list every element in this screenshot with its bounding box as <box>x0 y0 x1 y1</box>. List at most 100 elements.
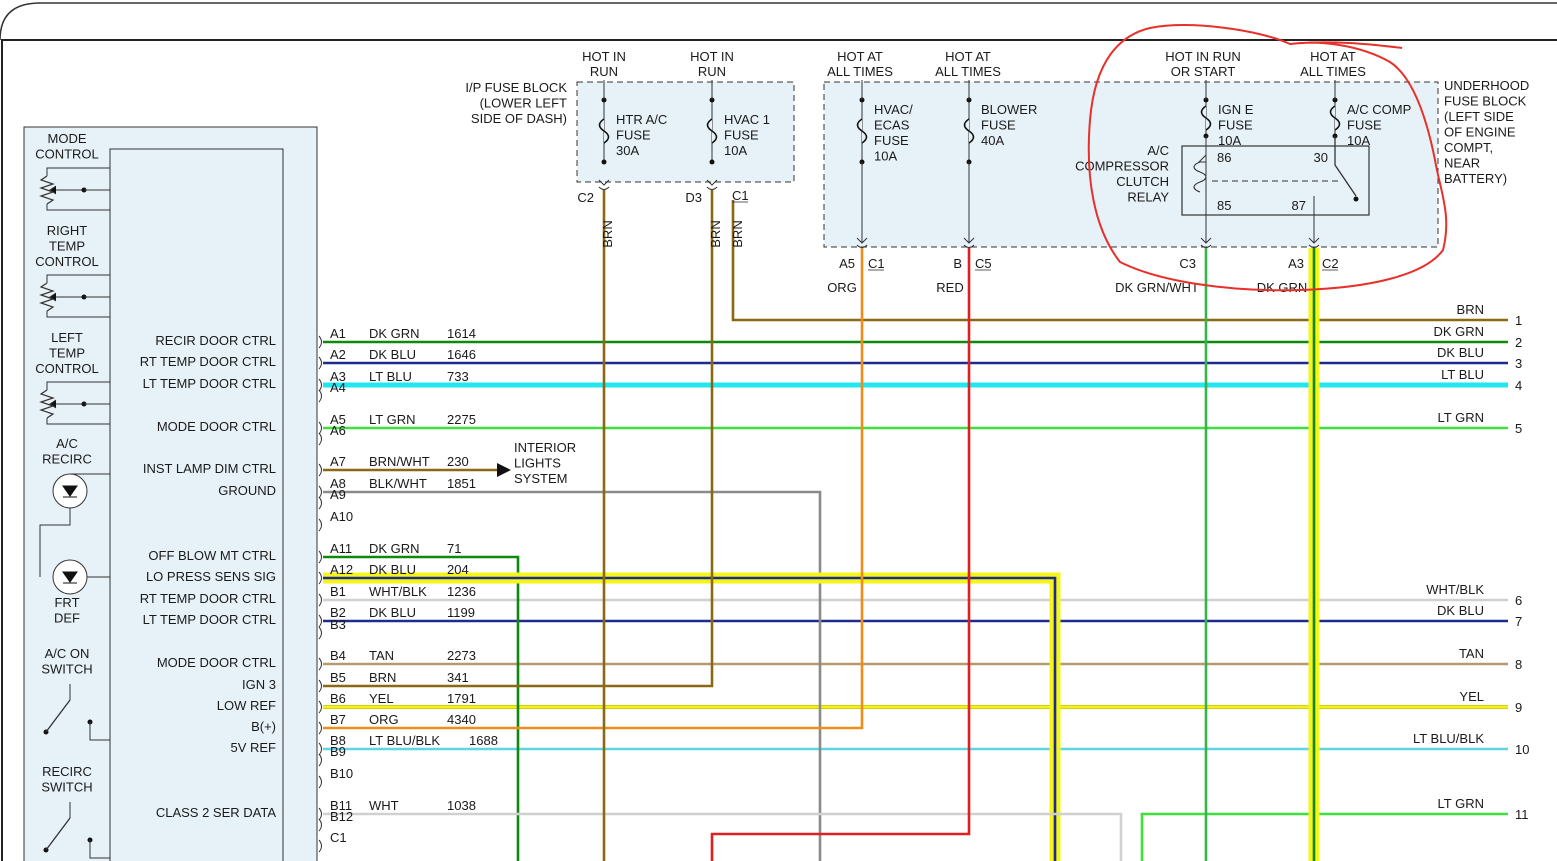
uh-fuse-pin: C3 <box>1179 256 1196 271</box>
right-wire-number: 1 <box>1515 313 1522 328</box>
uh-fuse-hot-label: ALL TIMES <box>935 64 1001 79</box>
uh-fuse-hot-label: ALL TIMES <box>827 64 893 79</box>
uh-fuse-hot-label: OR START <box>1171 64 1236 79</box>
uh-fuse-hot-label: ALL TIMES <box>1300 64 1366 79</box>
right-wire-number: 4 <box>1515 378 1522 393</box>
connector-a8 <box>318 485 322 499</box>
pin-id-b5: B5 <box>330 670 346 685</box>
wire-color-b4: TAN <box>369 648 394 663</box>
right-wire-label: DK GRN <box>1433 324 1484 339</box>
relay-name: RELAY <box>1127 190 1169 205</box>
ip-wire-label: BRN <box>600 220 615 247</box>
pin-id-a2: A2 <box>330 347 346 362</box>
window-frame <box>0 2 1557 41</box>
right-wire-label: YEL <box>1459 689 1484 704</box>
pin-id-b9: B9 <box>330 744 346 759</box>
connector-b2 <box>318 614 322 628</box>
ip-fuse-block-box <box>576 81 795 183</box>
pin-id-a1: A1 <box>330 326 346 341</box>
uh-fuse-hot-label: HOT AT <box>1310 49 1356 64</box>
right-wire-number: 5 <box>1515 421 1522 436</box>
uh-fuse-pin: B <box>953 256 962 271</box>
right-wire-label: LT BLU/BLK <box>1413 731 1484 746</box>
hvac1-fuse-dot-bottom <box>709 159 715 165</box>
connector-b4 <box>318 657 322 671</box>
right-wire-number: 2 <box>1515 335 1522 350</box>
right-temp-control-label: RIGHT <box>47 223 88 238</box>
uh-fuse-name: FUSE <box>1218 118 1253 133</box>
recirc-switch-label: SWITCH <box>41 780 92 795</box>
pin-function-a11: OFF BLOW MT CTRL <box>148 548 276 563</box>
wire-color-a1: DK GRN <box>369 326 420 341</box>
circuit-number-b6: 1791 <box>447 691 476 706</box>
ip-fuse-name: 30A <box>616 143 639 158</box>
right-wire-label: LT GRN <box>1438 796 1484 811</box>
connector-b3 <box>318 626 322 640</box>
circuit-number-a7: 230 <box>447 454 469 469</box>
connector-a5 <box>318 421 322 435</box>
wire-color-b8: LT BLU/BLK <box>369 733 440 748</box>
ip-wire-label: BRN <box>730 220 745 247</box>
pin-id-a7: A7 <box>330 454 346 469</box>
relay-terminal: 86 <box>1217 150 1231 165</box>
wire-red-blower <box>710 248 971 861</box>
uh-fuse-connector: C2 <box>1322 256 1339 271</box>
connector-a6 <box>318 432 322 446</box>
wire-color-a8: BLK/WHT <box>369 476 427 491</box>
circuit-number-b5: 341 <box>447 670 469 685</box>
uh-fuse-pin: A3 <box>1288 256 1304 271</box>
ip-fuse-name: FUSE <box>616 128 651 143</box>
underhood-fuse-block-title: FUSE BLOCK <box>1444 94 1527 109</box>
pin-id-b6: B6 <box>330 691 346 706</box>
connector-b1 <box>318 593 322 607</box>
wire-color-b6: YEL <box>369 691 394 706</box>
pin-id-a11: A11 <box>330 541 352 556</box>
ip-fuse-hot-label: RUN <box>698 64 726 79</box>
wire-color-b5: BRN <box>369 670 396 685</box>
ip-fuse-name: HVAC 1 <box>724 112 770 127</box>
connector-a9 <box>318 496 322 510</box>
pin-function-a7: INST LAMP DIM CTRL <box>143 461 276 476</box>
connector-b11 <box>318 807 322 821</box>
right-wire-number: 8 <box>1515 657 1522 672</box>
wire-color-a2: DK BLU <box>369 347 416 362</box>
pin-function-b2: LT TEMP DOOR CTRL <box>143 612 276 627</box>
interior-lights-label: INTERIOR <box>514 440 576 455</box>
right-wire-number: 11 <box>1515 807 1529 822</box>
arrow-interior-lights <box>497 463 511 477</box>
wire-color-b7: ORG <box>369 712 399 727</box>
pin-function-b1: RT TEMP DOOR CTRL <box>140 591 276 606</box>
connector-c1 <box>318 839 322 853</box>
right-wire-label: TAN <box>1459 646 1484 661</box>
pin-id-c1: C1 <box>330 830 347 845</box>
mode-control-label: CONTROL <box>35 147 99 162</box>
right-wire-number: 9 <box>1515 700 1522 715</box>
right-wire-label: DK BLU <box>1437 345 1484 360</box>
interior-lights-label: SYSTEM <box>514 471 567 486</box>
pin-id-a4: A4 <box>330 380 346 395</box>
interior-lights-label: LIGHTS <box>514 456 561 471</box>
uh-fuse-name: 10A <box>874 149 897 164</box>
relay-terminal: 30 <box>1314 150 1328 165</box>
underhood-fuse-block-title: BATTERY) <box>1444 171 1507 186</box>
connector-a12 <box>318 571 322 585</box>
right-wire-number: 7 <box>1515 614 1522 629</box>
pin-function-b5: IGN 3 <box>242 677 276 692</box>
wire-color-a11: DK GRN <box>369 541 420 556</box>
right-wire-label: DK BLU <box>1437 603 1484 618</box>
ip-fuse-pin: C2 <box>577 190 594 205</box>
uh-wire-label-org: ORG <box>827 280 857 295</box>
left-temp-control-label: LEFT <box>51 330 83 345</box>
connector-b9 <box>318 753 322 767</box>
pin-id-b7: B7 <box>330 712 346 727</box>
ac-recirc-indicator-label: RECIRC <box>42 452 92 467</box>
underhood-fuse-block-title: OF ENGINE <box>1444 125 1516 140</box>
connector-a1 <box>318 335 322 349</box>
wire-color-b1: WHT/BLK <box>369 584 427 599</box>
pin-function-b11: CLASS 2 SER DATA <box>156 805 276 820</box>
wire-color-b11: WHT <box>369 798 399 813</box>
ip-fuse-pin: D3 <box>685 190 702 205</box>
uh-fuse-name: 10A <box>1218 133 1241 148</box>
circuit-number-a3: 733 <box>447 369 469 384</box>
ip-fuse-block-title: (LOWER LEFT <box>480 96 567 111</box>
